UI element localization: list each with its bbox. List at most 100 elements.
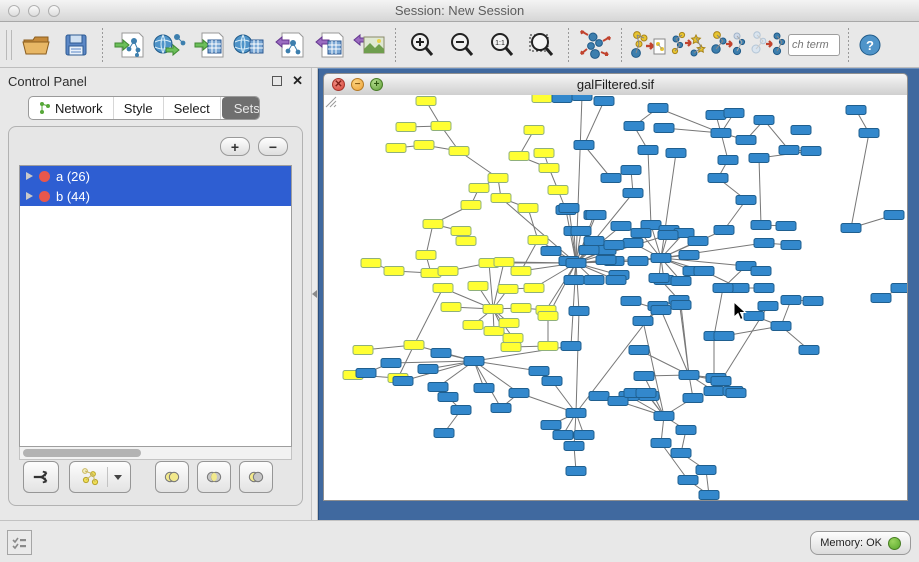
graph-node-yellow[interactable] [416,97,436,106]
graph-node-yellow[interactable] [511,304,531,313]
zoom-selected-button[interactable] [522,26,562,64]
graph-node-blue[interactable] [579,246,599,255]
graph-node-blue[interactable] [654,412,674,421]
graph-node-yellow[interactable] [498,285,518,294]
graph-node-yellow[interactable] [518,204,538,213]
graph-node-yellow[interactable] [423,220,443,229]
graph-node-yellow[interactable] [416,251,436,260]
graph-node-blue[interactable] [586,211,606,220]
graph-node-yellow[interactable] [433,284,453,293]
graph-node-yellow[interactable] [438,267,458,276]
scrollbar-thumb[interactable] [23,449,141,457]
first-neighbors-button[interactable] [668,26,708,64]
graph-node-yellow[interactable] [511,267,531,276]
graph-node-blue[interactable] [381,359,401,368]
graph-node-blue[interactable] [846,106,866,115]
graph-node-blue[interactable] [584,237,604,246]
graph-node-blue[interactable] [791,126,811,135]
graph-node-blue[interactable] [509,389,529,398]
graph-node-blue[interactable] [803,297,823,306]
import-network-url-button[interactable] [149,26,189,64]
graph-node-blue[interactable] [891,284,908,293]
graph-node-blue[interactable] [631,229,651,238]
graph-node-blue[interactable] [604,241,624,250]
graph-node-yellow[interactable] [386,144,406,153]
graph-node-blue[interactable] [676,426,696,435]
graph-node-yellow[interactable] [414,141,434,150]
export-table-button[interactable] [309,26,349,64]
export-network-button[interactable] [269,26,309,64]
add-set-button[interactable]: + [220,137,250,156]
graph-node-blue[interactable] [566,259,586,268]
task-history-button[interactable] [7,530,32,555]
graph-node-blue[interactable] [649,274,669,283]
graph-node-blue[interactable] [553,431,573,440]
graph-node-blue[interactable] [564,276,584,285]
zoom-out-button[interactable] [442,26,482,64]
search-input[interactable] [788,34,840,56]
graph-node-yellow[interactable] [463,321,483,330]
graph-node-blue[interactable] [491,404,511,413]
graph-node-yellow[interactable] [404,341,424,350]
graph-node-yellow[interactable] [396,123,416,132]
graph-node-yellow[interactable] [469,184,489,193]
graph-node-blue[interactable] [714,226,734,235]
graph-node-blue[interactable] [633,317,653,326]
graph-node-yellow[interactable] [384,267,404,276]
graph-node-blue[interactable] [651,439,671,448]
save-session-button[interactable] [56,26,96,64]
list-item-set-a[interactable]: a (26) [20,166,291,186]
graph-node-blue[interactable] [356,369,376,378]
graph-node-blue[interactable] [758,302,778,311]
graph-node-blue[interactable] [679,371,699,380]
import-table-url-button[interactable] [229,26,269,64]
graph-node-blue[interactable] [799,346,819,355]
panel-splitter[interactable] [311,68,318,520]
graph-node-blue[interactable] [624,122,644,131]
graph-node-blue[interactable] [393,377,413,386]
graph-node-blue[interactable] [704,387,724,396]
graph-node-blue[interactable] [628,257,648,266]
graph-node-blue[interactable] [671,449,691,458]
graph-node-blue[interactable] [678,476,698,485]
graph-node-blue[interactable] [679,251,699,260]
expand-arrow-icon[interactable] [26,172,33,180]
graph-node-blue[interactable] [744,312,764,321]
create-set-combo-button[interactable] [69,461,131,493]
graph-node-yellow[interactable] [534,149,554,158]
graph-node-blue[interactable] [428,383,448,392]
graph-node-blue[interactable] [601,174,621,183]
graph-node-blue[interactable] [726,389,746,398]
graph-node-blue[interactable] [574,431,594,440]
graph-node-blue[interactable] [671,277,691,286]
graph-node-blue[interactable] [418,365,438,374]
network-window-titlebar[interactable]: ✕ − + galFiltered.sif [323,73,908,95]
graph-node-blue[interactable] [529,367,549,376]
union-sets-button[interactable] [155,461,189,493]
close-panel-icon[interactable]: ✕ [292,76,303,86]
list-item-set-b[interactable]: b (44) [20,186,291,206]
graph-node-yellow[interactable] [509,152,529,161]
tab-sets[interactable]: Sets [222,97,260,119]
difference-sets-button[interactable] [239,461,273,493]
graph-node-blue[interactable] [638,146,658,155]
graph-node-blue[interactable] [801,147,821,156]
graph-node-yellow[interactable] [456,237,476,246]
graph-node-blue[interactable] [751,221,771,230]
graph-node-blue[interactable] [572,95,592,101]
graph-node-blue[interactable] [718,156,738,165]
graph-node-blue[interactable] [648,104,668,113]
graph-node-blue[interactable] [711,377,731,386]
graph-node-blue[interactable] [564,442,584,451]
graph-node-blue[interactable] [771,322,791,331]
graph-node-yellow[interactable] [494,258,514,267]
graph-node-blue[interactable] [651,306,671,315]
graph-node-blue[interactable] [542,377,562,386]
graph-node-blue[interactable] [571,227,591,236]
graph-node-blue[interactable] [438,393,458,402]
graph-node-blue[interactable] [566,409,586,418]
graph-node-blue[interactable] [713,284,733,293]
graph-node-blue[interactable] [671,301,691,310]
graph-node-blue[interactable] [623,239,643,248]
graph-node-yellow[interactable] [441,303,461,312]
